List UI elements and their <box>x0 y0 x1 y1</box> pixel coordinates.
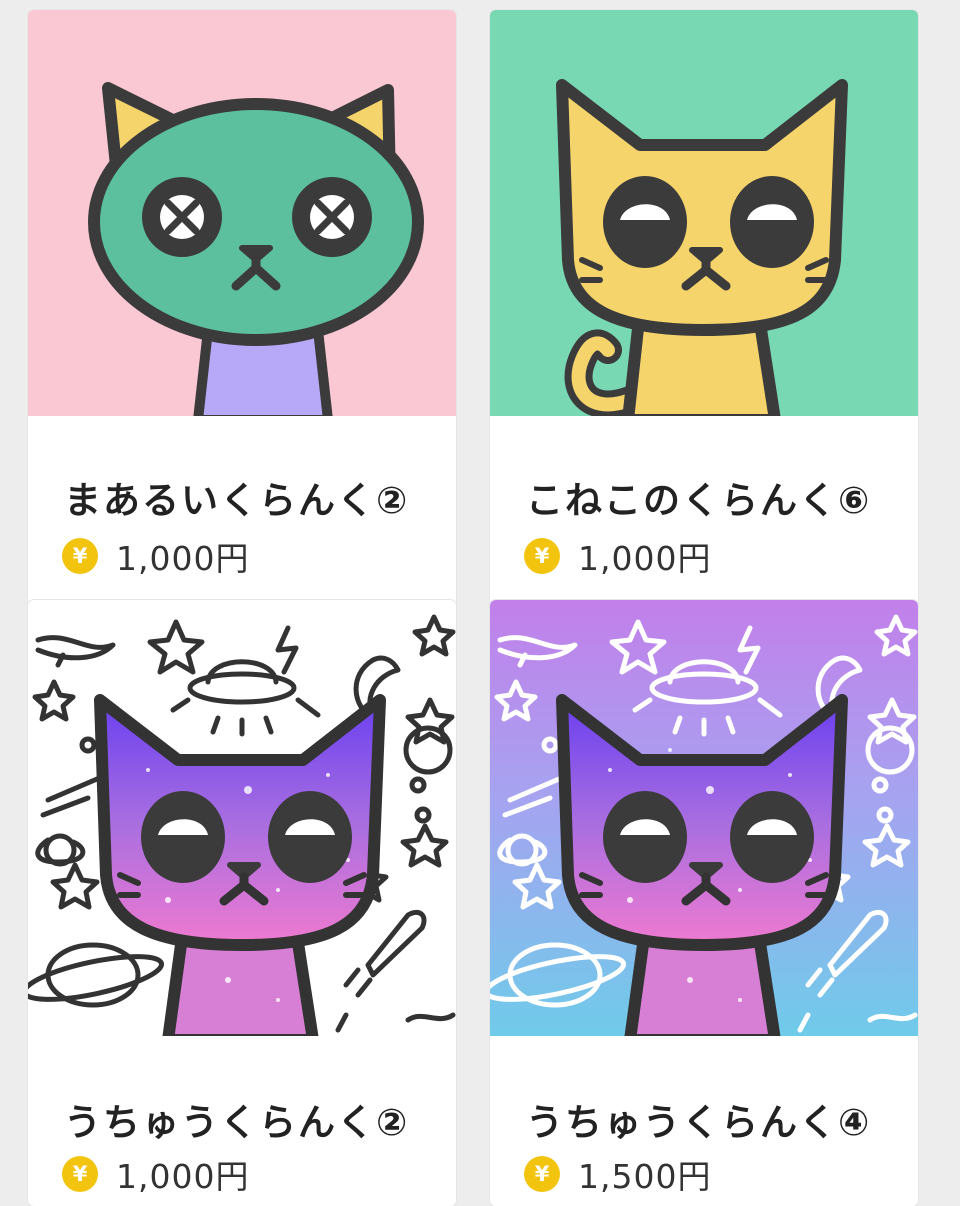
product-price: 1,500円 <box>578 1157 712 1196</box>
yen-coin-icon: ¥ <box>62 538 98 574</box>
yen-coin-icon: ¥ <box>524 538 560 574</box>
product-info: まあるいくらんく② ¥ 1,000円 <box>28 416 456 616</box>
product-card[interactable]: うちゅうくらんく④ ¥ 1,500円 <box>490 600 918 1206</box>
product-info: こねこのくらんく⑥ ¥ 1,000円 <box>490 416 918 616</box>
product-title[interactable]: うちゅうくらんく② <box>64 1092 409 1146</box>
product-info: うちゅうくらんく④ ¥ 1,500円 <box>490 1036 918 1206</box>
price-row: ¥ 1,000円 <box>62 534 249 578</box>
product-price: 1,000円 <box>116 1157 250 1196</box>
price-row: ¥ 1,000円 <box>524 534 711 578</box>
product-card[interactable]: まあるいくらんく② ¥ 1,000円 <box>28 10 456 616</box>
product-card[interactable]: こねこのくらんく⑥ ¥ 1,000円 <box>490 10 918 616</box>
product-price: 1,000円 <box>116 539 250 578</box>
product-image[interactable] <box>28 600 456 1036</box>
product-title[interactable]: うちゅうくらんく④ <box>526 1092 871 1146</box>
price-row: ¥ 1,500円 <box>524 1152 711 1196</box>
product-card[interactable]: うちゅうくらんく② ¥ 1,000円 <box>28 600 456 1206</box>
yen-coin-icon: ¥ <box>62 1156 98 1192</box>
price-row: ¥ 1,000円 <box>62 1152 249 1196</box>
product-info: うちゅうくらんく② ¥ 1,000円 <box>28 1036 456 1206</box>
product-image[interactable] <box>490 10 918 416</box>
product-title[interactable]: まあるいくらんく② <box>64 470 409 524</box>
product-price: 1,000円 <box>578 539 712 578</box>
yen-coin-icon: ¥ <box>524 1156 560 1192</box>
product-image[interactable] <box>28 10 456 416</box>
product-image[interactable] <box>490 600 918 1036</box>
product-title[interactable]: こねこのくらんく⑥ <box>526 470 871 524</box>
